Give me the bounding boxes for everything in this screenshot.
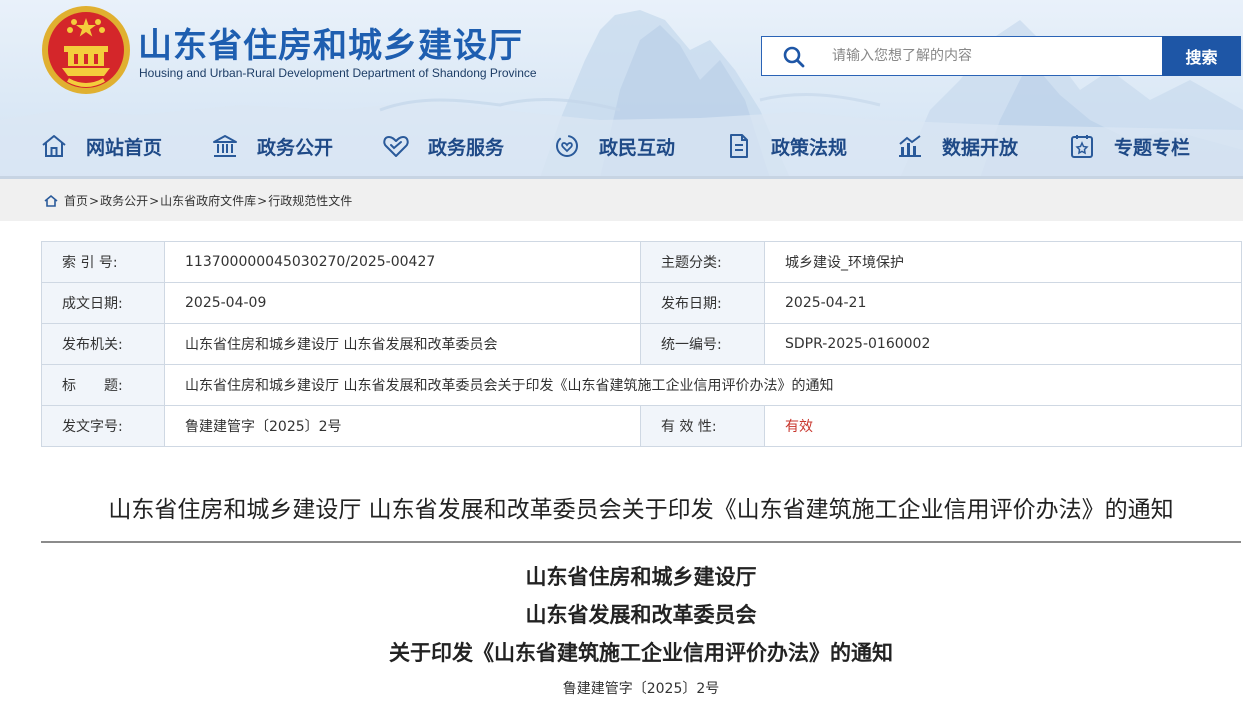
unified-number-label: 统一编号: [640, 323, 765, 365]
nav-item-policies[interactable]: 政策法规 [725, 126, 847, 166]
topic-label: 主题分类: [640, 241, 765, 283]
breadcrumb-bar: 首页 > 政务公开 > 山东省政府文件库 > 行政规范性文件 [0, 179, 1243, 221]
handshake-heart-icon [383, 136, 409, 157]
index-label: 索 引 号: [41, 241, 165, 283]
site-header: 山东省住房和城乡建设厅 Housing and Urban-Rural Deve… [0, 0, 1243, 178]
breadcrumb-separator: > [257, 193, 268, 208]
breadcrumb-government-affairs[interactable]: 政务公开 [100, 192, 148, 209]
national-emblem-icon [42, 6, 130, 94]
table-row: 索 引 号: 113700000045030270/2025-00427 主题分… [41, 241, 1242, 283]
topic-icon [1071, 135, 1093, 158]
nav-label: 网站首页 [86, 136, 163, 159]
title-label: 标 题: [41, 364, 165, 406]
nav-label: 政民互动 [599, 136, 676, 159]
home-icon [44, 194, 58, 207]
table-row: 发布机关: 山东省住房和城乡建设厅 山东省发展和改革委员会 统一编号: SDPR… [41, 323, 1242, 365]
home-icon [42, 135, 66, 157]
publish-date-label: 发布日期: [640, 282, 765, 324]
bar-chart-icon [899, 135, 921, 157]
nav-item-home[interactable]: 网站首页 [40, 126, 162, 166]
breadcrumb-document-library[interactable]: 山东省政府文件库 [160, 192, 256, 209]
site-title[interactable]: 山东省住房和城乡建设厅 [138, 18, 523, 67]
search-button[interactable]: 搜索 [1162, 36, 1241, 76]
nav-label: 政务公开 [257, 136, 334, 159]
publish-date-value: 2025-04-21 [764, 282, 1242, 324]
main-nav: 网站首页 政务公开 政务服务 政民互动 政策法规 数据开放 专题专栏 [0, 126, 1243, 166]
government-building-icon [213, 135, 237, 157]
validity-label: 有 效 性: [640, 405, 765, 447]
document-title-line: 关于印发《山东省建筑施工企业信用评价办法》的通知 [389, 641, 893, 665]
document-heading: 山东省住房和城乡建设厅 山东省发展和改革委员会关于印发《山东省建筑施工企业信用评… [108, 497, 1174, 523]
validity-value: 有效 [764, 405, 1242, 447]
breadcrumb-separator: > [89, 193, 100, 208]
table-row: 发文字号: 鲁建建管字〔2025〕2号 有 效 性: 有效 [41, 405, 1242, 447]
breadcrumb: 首页 > 政务公开 > 山东省政府文件库 > 行政规范性文件 [44, 192, 352, 209]
document-icon [730, 134, 748, 158]
index-value: 113700000045030270/2025-00427 [164, 241, 641, 283]
nav-item-public-interaction[interactable]: 政民互动 [553, 126, 675, 166]
document-number-value: 鲁建建管字〔2025〕2号 [164, 405, 641, 447]
search-input[interactable] [832, 38, 1152, 74]
issuer-value: 山东省住房和城乡建设厅 山东省发展和改革委员会 [164, 323, 641, 365]
document-number-label: 发文字号: [41, 405, 165, 447]
breadcrumb-normative-documents[interactable]: 行政规范性文件 [268, 192, 352, 209]
table-row: 成文日期: 2025-04-09 发布日期: 2025-04-21 [41, 282, 1242, 324]
document-issuer-line-1: 山东省住房和城乡建设厅 [525, 565, 757, 589]
table-row: 标 题: 山东省住房和城乡建设厅 山东省发展和改革委员会关于印发《山东省建筑施工… [41, 364, 1242, 406]
document-issuer-line-2: 山东省发展和改革委员会 [525, 603, 757, 627]
heading-divider [41, 541, 1241, 543]
nav-label: 政务服务 [428, 136, 505, 159]
breadcrumb-home[interactable]: 首页 [64, 192, 88, 209]
nav-item-special-topics[interactable]: 专题专栏 [1068, 126, 1190, 166]
nav-label: 数据开放 [942, 136, 1019, 159]
document-info-table: 索 引 号: 113700000045030270/2025-00427 主题分… [41, 241, 1242, 447]
written-date-label: 成文日期: [41, 282, 165, 324]
site-subtitle: Housing and Urban-Rural Development Depa… [139, 66, 537, 80]
nav-item-government-services[interactable]: 政务服务 [382, 126, 504, 166]
nav-label: 政策法规 [771, 136, 848, 159]
breadcrumb-separator: > [149, 193, 160, 208]
written-date-value: 2025-04-09 [164, 282, 641, 324]
interaction-icon [556, 135, 578, 157]
issuer-label: 发布机关: [41, 323, 165, 365]
nav-item-open-data[interactable]: 数据开放 [896, 126, 1018, 166]
nav-item-government-affairs[interactable]: 政务公开 [211, 126, 333, 166]
search-icon[interactable] [782, 45, 806, 69]
nav-label: 专题专栏 [1114, 136, 1191, 159]
search-box [761, 36, 1162, 76]
unified-number-value: SDPR-2025-0160002 [764, 323, 1242, 365]
title-value: 山东省住房和城乡建设厅 山东省发展和改革委员会关于印发《山东省建筑施工企业信用评… [164, 364, 1242, 406]
document-number: 鲁建建管字〔2025〕2号 [562, 681, 720, 697]
topic-value: 城乡建设_环境保护 [764, 241, 1242, 283]
